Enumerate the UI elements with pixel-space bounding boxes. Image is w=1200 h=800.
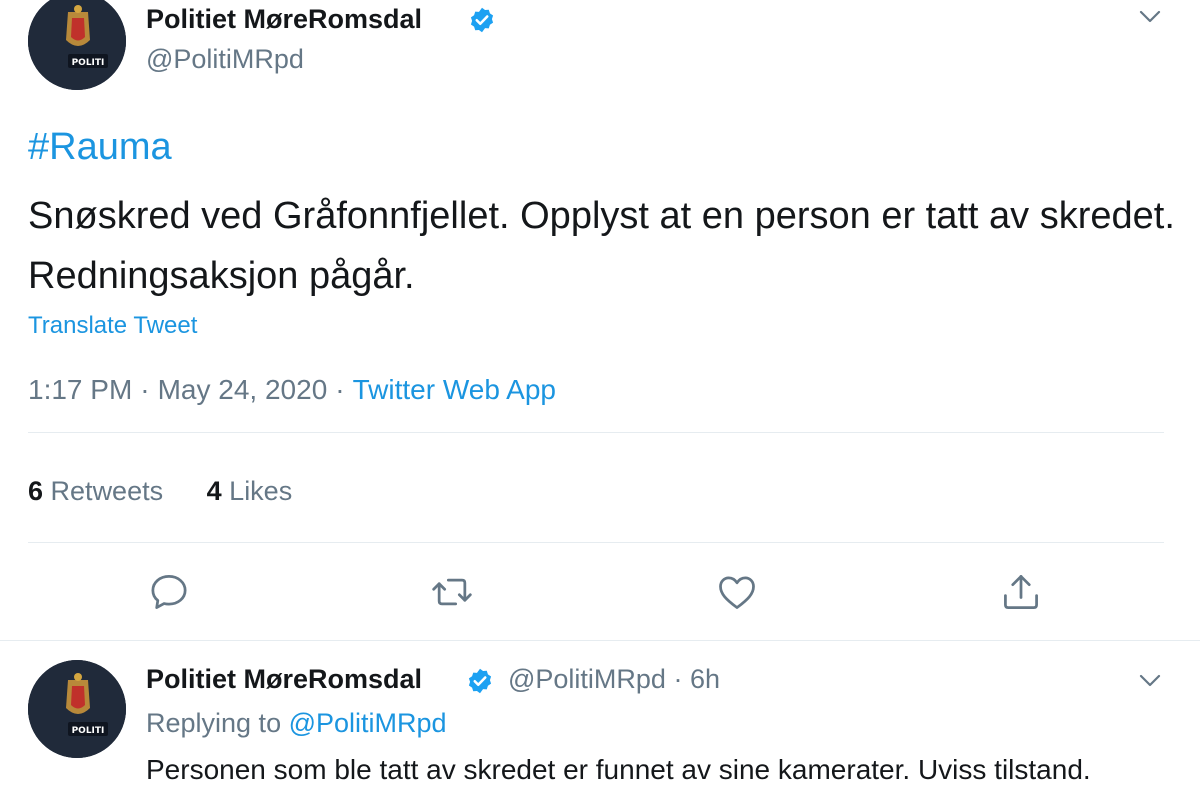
likes-label: Likes [229,476,293,506]
likes-count: 4 [206,476,222,506]
hashtag-link[interactable]: #Rauma [28,126,172,169]
translate-tweet-link[interactable]: Translate Tweet [28,312,197,340]
divider [28,542,1164,543]
retweets-stat[interactable]: 6 Retweets [28,476,163,507]
like-icon[interactable] [715,570,759,614]
retweet-icon[interactable] [430,570,474,614]
chevron-down-icon[interactable] [1139,674,1161,688]
avatar-badge-text: POLITI [72,58,105,68]
tweet-meta: 1:17 PM · May 24, 2020 · Twitter Web App [28,374,556,406]
tweet-stats: 6 Retweets 4 Likes [28,476,292,507]
replying-to-handle-link[interactable]: @PolitiMRpd [289,708,447,738]
replying-to-label: Replying to [146,708,282,738]
reply-text: Personen som ble tatt av skredet er funn… [146,754,1091,785]
divider [28,432,1164,433]
meta-separator: · [140,374,150,405]
share-icon[interactable] [999,570,1043,614]
reply-icon[interactable] [147,570,191,614]
tweet-source-link[interactable]: Twitter Web App [353,374,556,405]
tweet-date[interactable]: May 24, 2020 [158,374,328,405]
chevron-down-icon[interactable] [1139,10,1161,24]
verified-badge-icon [468,668,492,694]
retweets-count: 6 [28,476,44,506]
reply-meta-separator: · [673,664,683,694]
verified-badge-icon [470,7,494,33]
reply-author-handle[interactable]: @PolitiMRpd [508,664,666,694]
author-handle[interactable]: @PolitiMRpd [146,44,304,75]
author-name[interactable]: Politiet MøreRomsdal [146,4,422,35]
avatar-badge-text: POLITI [72,726,105,736]
meta-separator: · [335,374,345,405]
retweets-label: Retweets [50,476,164,506]
tweet-text: Snøskred ved Gråfonnfjellet. Opplyst at … [28,195,1175,297]
replying-to-line: Replying to @PolitiMRpd [146,708,447,739]
tweet-time[interactable]: 1:17 PM [28,374,132,405]
reply-author-name[interactable]: Politiet MøreRomsdal [146,664,422,695]
reply-age[interactable]: 6h [690,664,720,694]
police-badge-icon: POLITI [28,660,126,758]
divider [0,640,1200,641]
likes-stat[interactable]: 4 Likes [207,476,293,507]
author-avatar[interactable]: POLITI [28,0,126,90]
reply-author-avatar[interactable]: POLITI [28,660,126,758]
police-badge-icon: POLITI [28,0,126,90]
